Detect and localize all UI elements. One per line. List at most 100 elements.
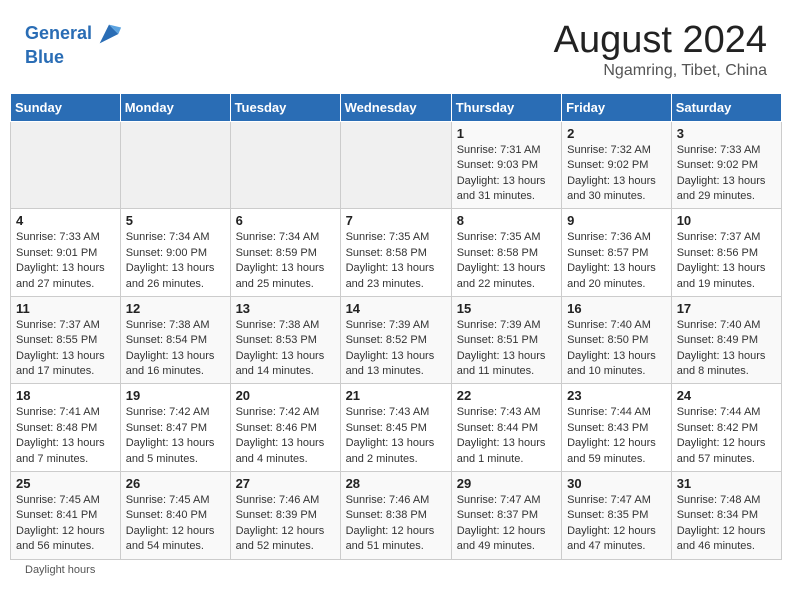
- day-number: 17: [677, 301, 776, 316]
- day-info: Sunrise: 7:33 AMSunset: 9:02 PMDaylight:…: [677, 143, 776, 205]
- day-of-week-header: Wednesday: [340, 93, 451, 121]
- day-number: 15: [457, 301, 556, 316]
- calendar-cell: 18 Sunrise: 7:41 AMSunset: 8:48 PMDayligh…: [11, 384, 121, 472]
- day-info: Sunrise: 7:40 AMSunset: 8:50 PMDaylight:…: [567, 318, 666, 380]
- day-info: Sunrise: 7:39 AMSunset: 8:52 PMDaylight:…: [346, 318, 446, 380]
- day-info: Sunrise: 7:39 AMSunset: 8:51 PMDaylight:…: [457, 318, 556, 380]
- calendar-cell: 1 Sunrise: 7:31 AMSunset: 9:03 PMDaylight…: [451, 121, 561, 209]
- day-number: 8: [457, 213, 556, 228]
- day-number: 11: [16, 301, 115, 316]
- day-of-week-header: Thursday: [451, 93, 561, 121]
- day-number: 23: [567, 388, 666, 403]
- calendar-cell: 27 Sunrise: 7:46 AMSunset: 8:39 PMDayligh…: [230, 472, 340, 560]
- day-number: 1: [457, 126, 556, 141]
- calendar-cell: 11 Sunrise: 7:37 AMSunset: 8:55 PMDayligh…: [11, 296, 121, 384]
- day-info: Sunrise: 7:46 AMSunset: 8:38 PMDaylight:…: [346, 493, 446, 555]
- calendar-cell: 8 Sunrise: 7:35 AMSunset: 8:58 PMDaylight…: [451, 209, 561, 297]
- calendar-cell: 26 Sunrise: 7:45 AMSunset: 8:40 PMDayligh…: [120, 472, 230, 560]
- calendar-cell: 29 Sunrise: 7:47 AMSunset: 8:37 PMDayligh…: [451, 472, 561, 560]
- day-number: 31: [677, 476, 776, 491]
- day-number: 14: [346, 301, 446, 316]
- calendar-title: August 2024: [554, 20, 767, 62]
- day-of-week-header: Friday: [562, 93, 672, 121]
- day-number: 29: [457, 476, 556, 491]
- day-info: Sunrise: 7:33 AMSunset: 9:01 PMDaylight:…: [16, 230, 115, 292]
- day-number: 28: [346, 476, 446, 491]
- day-number: 13: [236, 301, 335, 316]
- calendar-cell: 5 Sunrise: 7:34 AMSunset: 9:00 PMDaylight…: [120, 209, 230, 297]
- day-number: 27: [236, 476, 335, 491]
- day-number: 10: [677, 213, 776, 228]
- calendar-cell: 24Sunrise: 7:44 AMSunset: 8:42 PMDayligh…: [671, 384, 781, 472]
- day-info: Sunrise: 7:41 AMSunset: 8:48 PMDaylight:…: [16, 405, 115, 467]
- day-info: Sunrise: 7:38 AMSunset: 8:53 PMDaylight:…: [236, 318, 335, 380]
- day-info: Sunrise: 7:45 AMSunset: 8:40 PMDaylight:…: [126, 493, 225, 555]
- calendar-cell: 25 Sunrise: 7:45 AMSunset: 8:41 PMDayligh…: [11, 472, 121, 560]
- logo: General Blue: [25, 20, 123, 68]
- day-of-week-header: Saturday: [671, 93, 781, 121]
- day-number: 22: [457, 388, 556, 403]
- day-number: 30: [567, 476, 666, 491]
- day-number: 9: [567, 213, 666, 228]
- day-info: Sunrise: 7:46 AMSunset: 8:39 PMDaylight:…: [236, 493, 335, 555]
- day-number: 2: [567, 126, 666, 141]
- day-number: 5: [126, 213, 225, 228]
- day-number: 12: [126, 301, 225, 316]
- footer-note: Daylight hours: [10, 560, 782, 580]
- day-info: Sunrise: 7:40 AMSunset: 8:49 PMDaylight:…: [677, 318, 776, 380]
- calendar-cell: [120, 121, 230, 209]
- day-of-week-header: Tuesday: [230, 93, 340, 121]
- calendar-cell: [340, 121, 451, 209]
- day-info: Sunrise: 7:43 AMSunset: 8:45 PMDaylight:…: [346, 405, 446, 467]
- day-number: 20: [236, 388, 335, 403]
- calendar-cell: 30 Sunrise: 7:47 AMSunset: 8:35 PMDayligh…: [562, 472, 672, 560]
- day-info: Sunrise: 7:47 AMSunset: 8:37 PMDaylight:…: [457, 493, 556, 555]
- day-number: 4: [16, 213, 115, 228]
- day-info: Sunrise: 7:34 AMSunset: 9:00 PMDaylight:…: [126, 230, 225, 292]
- day-number: 18: [16, 388, 115, 403]
- day-number: 26: [126, 476, 225, 491]
- calendar-cell: 31Sunrise: 7:48 AMSunset: 8:34 PMDayligh…: [671, 472, 781, 560]
- day-info: Sunrise: 7:35 AMSunset: 8:58 PMDaylight:…: [457, 230, 556, 292]
- day-info: Sunrise: 7:37 AMSunset: 8:55 PMDaylight:…: [16, 318, 115, 380]
- day-of-week-header: Sunday: [11, 93, 121, 121]
- calendar-cell: 4 Sunrise: 7:33 AMSunset: 9:01 PMDaylight…: [11, 209, 121, 297]
- logo-text: General: [25, 24, 92, 44]
- calendar-week-row: 1 Sunrise: 7:31 AMSunset: 9:03 PMDaylight…: [11, 121, 782, 209]
- day-info: Sunrise: 7:32 AMSunset: 9:02 PMDaylight:…: [567, 143, 666, 205]
- day-number: 25: [16, 476, 115, 491]
- title-block: August 2024 Ngamring, Tibet, China: [554, 20, 767, 80]
- calendar-cell: 19 Sunrise: 7:42 AMSunset: 8:47 PMDayligh…: [120, 384, 230, 472]
- day-number: 21: [346, 388, 446, 403]
- day-info: Sunrise: 7:47 AMSunset: 8:35 PMDaylight:…: [567, 493, 666, 555]
- day-number: 19: [126, 388, 225, 403]
- day-number: 16: [567, 301, 666, 316]
- page-wrapper: General Blue August 2024 Ngamring, Tibet…: [10, 10, 782, 580]
- calendar-cell: 16 Sunrise: 7:40 AMSunset: 8:50 PMDayligh…: [562, 296, 672, 384]
- calendar-cell: 10 Sunrise: 7:37 AMSunset: 8:56 PMDayligh…: [671, 209, 781, 297]
- calendar-table: SundayMondayTuesdayWednesdayThursdayFrid…: [10, 93, 782, 560]
- day-number: 3: [677, 126, 776, 141]
- day-info: Sunrise: 7:42 AMSunset: 8:47 PMDaylight:…: [126, 405, 225, 467]
- calendar-cell: 23 Sunrise: 7:44 AMSunset: 8:43 PMDayligh…: [562, 384, 672, 472]
- day-info: Sunrise: 7:43 AMSunset: 8:44 PMDaylight:…: [457, 405, 556, 467]
- day-info: Sunrise: 7:35 AMSunset: 8:58 PMDaylight:…: [346, 230, 446, 292]
- day-info: Sunrise: 7:45 AMSunset: 8:41 PMDaylight:…: [16, 493, 115, 555]
- day-info: Sunrise: 7:31 AMSunset: 9:03 PMDaylight:…: [457, 143, 556, 205]
- calendar-cell: 22 Sunrise: 7:43 AMSunset: 8:44 PMDayligh…: [451, 384, 561, 472]
- calendar-subtitle: Ngamring, Tibet, China: [554, 62, 767, 80]
- calendar-cell: 15 Sunrise: 7:39 AMSunset: 8:51 PMDayligh…: [451, 296, 561, 384]
- calendar-cell: 7Sunrise: 7:35 AMSunset: 8:58 PMDaylight…: [340, 209, 451, 297]
- day-info: Sunrise: 7:34 AMSunset: 8:59 PMDaylight:…: [236, 230, 335, 292]
- daylight-hours-label: Daylight hours: [25, 564, 95, 576]
- calendar-cell: 9 Sunrise: 7:36 AMSunset: 8:57 PMDaylight…: [562, 209, 672, 297]
- calendar-cell: 3 Sunrise: 7:33 AMSunset: 9:02 PMDaylight…: [671, 121, 781, 209]
- day-info: Sunrise: 7:36 AMSunset: 8:57 PMDaylight:…: [567, 230, 666, 292]
- page-header: General Blue August 2024 Ngamring, Tibet…: [10, 10, 782, 85]
- day-info: Sunrise: 7:38 AMSunset: 8:54 PMDaylight:…: [126, 318, 225, 380]
- day-info: Sunrise: 7:44 AMSunset: 8:43 PMDaylight:…: [567, 405, 666, 467]
- calendar-cell: 28 Sunrise: 7:46 AMSunset: 8:38 PMDayligh…: [340, 472, 451, 560]
- calendar-cell: 12 Sunrise: 7:38 AMSunset: 8:54 PMDayligh…: [120, 296, 230, 384]
- calendar-cell: 6Sunrise: 7:34 AMSunset: 8:59 PMDaylight…: [230, 209, 340, 297]
- day-info: Sunrise: 7:37 AMSunset: 8:56 PMDaylight:…: [677, 230, 776, 292]
